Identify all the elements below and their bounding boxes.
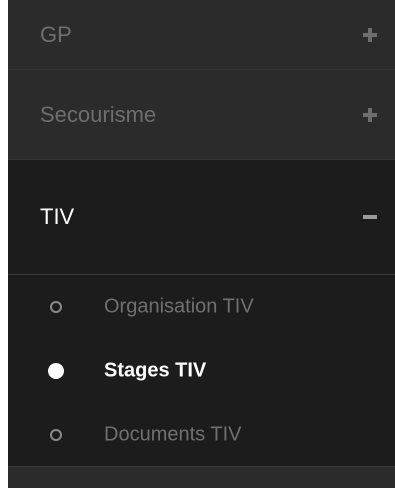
submenu-item-label: Documents TIV [104, 423, 242, 446]
submenu-item-stages-tiv[interactable]: Stages TIV [8, 339, 395, 403]
menu-item-label: Secourisme [40, 101, 157, 127]
submenu-item-documents-tiv[interactable]: Documents TIV [8, 403, 395, 467]
menu-item-gp[interactable]: GP [8, 0, 395, 70]
menu-item-secourisme[interactable]: Secourisme [8, 70, 395, 160]
submenu-item-label: Stages TIV [104, 359, 207, 382]
circle-bullet-icon [50, 429, 62, 441]
menu-item-next[interactable] [8, 467, 395, 488]
filled-circle-bullet-icon [48, 363, 64, 379]
menu-item-label: GP [40, 21, 72, 47]
accordion-menu: GP Secourisme TIV Organisation TIV Stage… [8, 0, 395, 488]
menu-item-tiv[interactable]: TIV [8, 160, 395, 275]
minus-icon[interactable] [363, 210, 377, 224]
circle-bullet-icon [50, 301, 62, 313]
submenu-item-organisation-tiv[interactable]: Organisation TIV [8, 275, 395, 339]
submenu-item-label: Organisation TIV [104, 295, 254, 318]
plus-icon[interactable] [363, 107, 377, 122]
submenu-tiv: Organisation TIV Stages TIV Documents TI… [8, 275, 395, 467]
menu-item-label: TIV [40, 204, 75, 229]
plus-icon[interactable] [363, 27, 377, 42]
